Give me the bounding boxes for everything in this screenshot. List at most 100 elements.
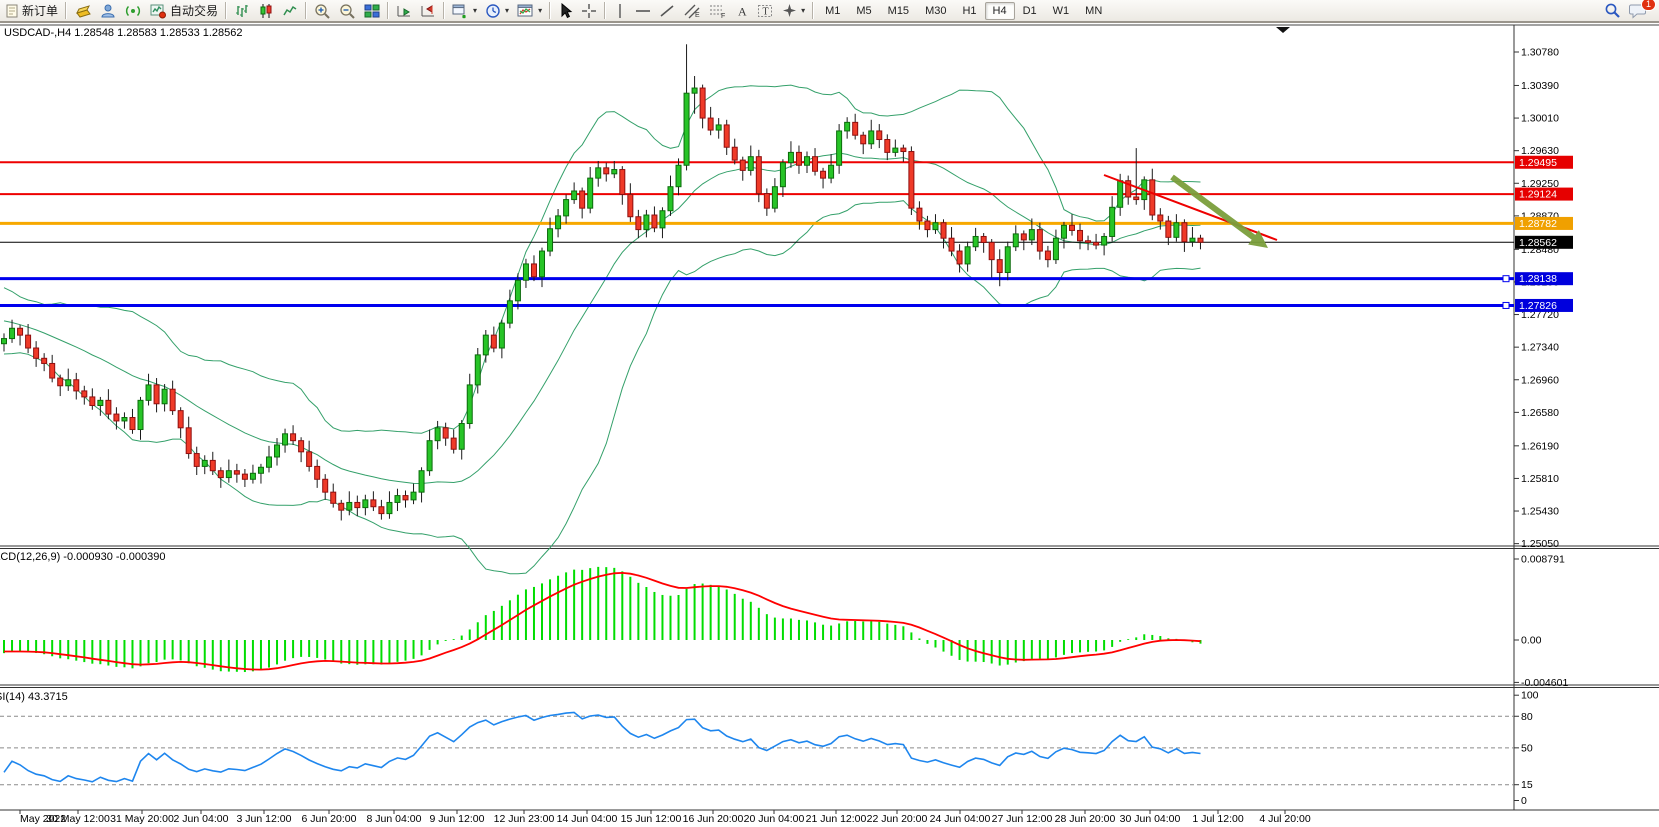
candle (74, 380, 79, 391)
vertical-line-button[interactable] (609, 1, 631, 21)
candle (18, 328, 23, 335)
price-badge-label: 1.29124 (1519, 189, 1557, 201)
svg-text:A: A (738, 4, 747, 18)
text-label-button[interactable]: T (753, 1, 778, 21)
signals-icon (125, 3, 142, 19)
timeframe-button-h4[interactable]: H4 (985, 2, 1015, 20)
tile-windows-button[interactable] (360, 1, 384, 21)
candlestick-chart-button[interactable] (254, 1, 278, 21)
zoom-in-button[interactable] (310, 1, 335, 21)
candle (1190, 238, 1195, 241)
candle (451, 438, 456, 449)
crosshair-button[interactable] (577, 1, 601, 21)
candle (275, 445, 280, 457)
time-axis-label: 15 Jun 12:00 (621, 813, 682, 825)
text-button[interactable]: A (731, 1, 753, 21)
timeframe-button-w1[interactable]: W1 (1045, 2, 1078, 20)
line-handle[interactable] (1503, 276, 1509, 282)
chevron-down-icon: ▾ (801, 6, 805, 15)
price-axis-label: 1.30010 (1521, 113, 1559, 125)
candle (612, 170, 617, 174)
profiles-button[interactable]: ▾ (481, 1, 513, 21)
candle (291, 434, 296, 441)
equidistant-channel-button[interactable]: E (679, 1, 705, 21)
candle (909, 152, 914, 209)
candle (724, 125, 729, 147)
timeframe-button-m15[interactable]: M15 (880, 2, 917, 20)
signals-button[interactable] (121, 1, 146, 21)
candle (82, 391, 87, 397)
cursor-button[interactable] (554, 1, 577, 21)
timeframe-button-m5[interactable]: M5 (848, 2, 879, 20)
zoom-out-button[interactable] (335, 1, 360, 21)
line-chart-button[interactable] (278, 1, 302, 21)
time-axis-label: 4 Jul 20:00 (1259, 813, 1311, 825)
candle (347, 502, 352, 510)
candle (821, 171, 826, 178)
toolbar-separator (549, 2, 551, 19)
candle (403, 496, 408, 500)
chart-title: USDCAD-,H4 1.28548 1.28583 1.28533 1.285… (4, 27, 243, 39)
candle (628, 194, 633, 216)
bar-chart-button[interactable] (230, 1, 254, 21)
horizontal-line-button[interactable] (631, 1, 655, 21)
fibonacci-button[interactable]: F (705, 1, 731, 21)
timeframe-button-m1[interactable]: M1 (817, 2, 848, 20)
tile-windows-icon (364, 3, 380, 19)
candle (202, 460, 207, 466)
chat-button[interactable]: 1 (1625, 1, 1651, 21)
community-button[interactable] (96, 1, 121, 21)
timeframe-button-m30[interactable]: M30 (917, 2, 954, 20)
candle (949, 238, 954, 251)
community-icon (100, 3, 117, 19)
toolbar-separator (812, 2, 814, 19)
candle (780, 163, 785, 187)
candle (178, 411, 183, 428)
chart-shift-button[interactable] (416, 1, 440, 21)
candle (459, 424, 464, 450)
search-button[interactable] (1600, 1, 1625, 21)
candle (339, 503, 344, 510)
candle (98, 400, 103, 405)
candle (106, 400, 111, 414)
line-handle[interactable] (1503, 302, 1509, 308)
timeframe-button-d1[interactable]: D1 (1015, 2, 1045, 20)
chart-shift-icon (420, 3, 436, 19)
svg-text:F: F (721, 13, 725, 19)
candle (66, 380, 71, 386)
chart-canvas[interactable]: 1.307801.303901.300101.296301.292501.288… (0, 23, 1659, 827)
price-badge-label: 1.28782 (1519, 218, 1557, 230)
candle (1110, 207, 1115, 236)
toolbar-separator (604, 2, 606, 19)
candle (130, 418, 135, 430)
timeframe-button-mn[interactable]: MN (1077, 2, 1110, 20)
new-order-icon (6, 4, 19, 18)
time-axis-label: 28 Jun 20:00 (1055, 813, 1116, 825)
candle (877, 131, 882, 140)
candle (146, 385, 151, 400)
candle (395, 496, 400, 503)
trendline-icon (659, 3, 675, 19)
new-order-button[interactable]: 新订单 (2, 1, 62, 21)
chevron-down-icon: ▾ (505, 6, 509, 15)
time-axis-label: 31 May 20:00 (110, 813, 174, 825)
candle (805, 157, 810, 166)
indicators-button[interactable]: ▾ (513, 1, 546, 21)
price-axis-label: 1.25810 (1521, 473, 1559, 485)
new-chart-button[interactable]: ▾ (448, 1, 481, 21)
candle (788, 152, 793, 162)
candle (323, 479, 328, 492)
autotrading-button[interactable]: 自动交易 (146, 1, 222, 21)
vertical-line-icon (613, 3, 627, 19)
auto-scroll-button[interactable] (392, 1, 416, 21)
trendline-button[interactable] (655, 1, 679, 21)
candle (170, 389, 175, 410)
deposit-button[interactable] (70, 1, 96, 21)
candle (26, 335, 31, 348)
candle (933, 223, 938, 230)
timeframe-button-h1[interactable]: H1 (954, 2, 984, 20)
shapes-button[interactable]: ▾ (778, 1, 809, 21)
text-label-icon: T (757, 3, 774, 19)
candle (764, 194, 769, 209)
chart-area[interactable]: 1.307801.303901.300101.296301.292501.288… (0, 23, 1659, 827)
